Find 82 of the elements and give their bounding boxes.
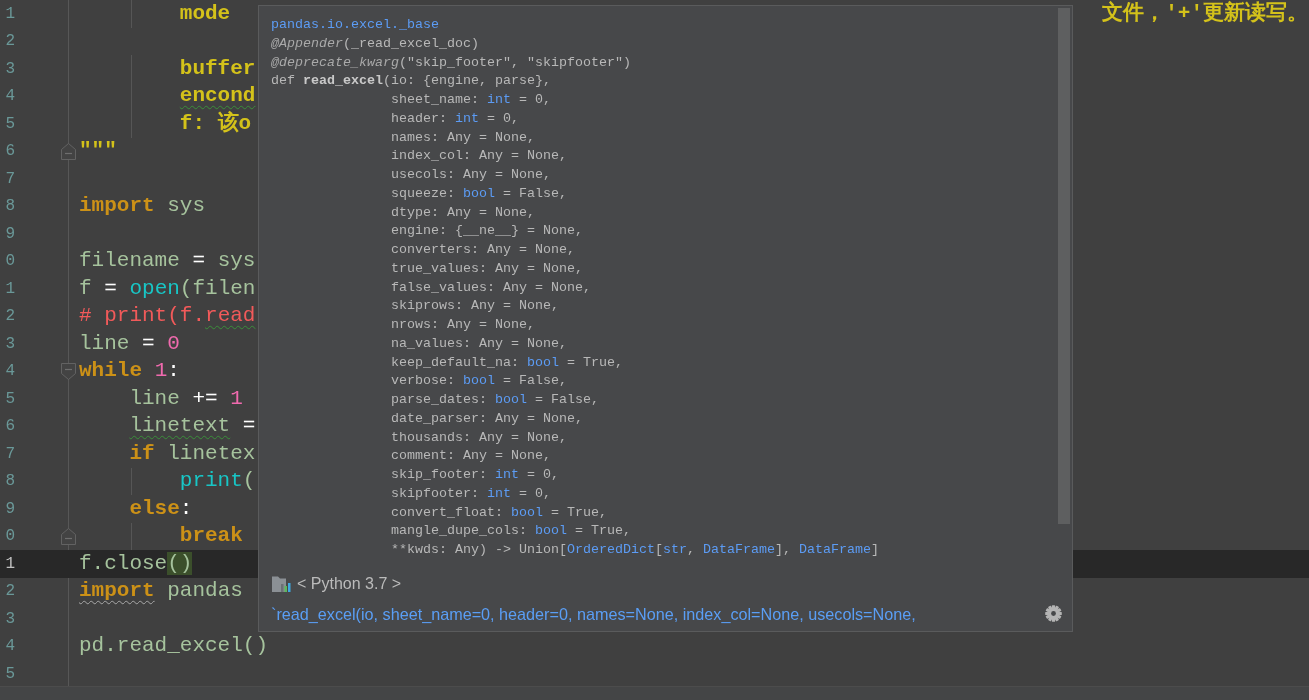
line-number: 3 [4, 59, 15, 78]
code-line: pd.read_excel() [79, 634, 269, 659]
doc-line: header: int = 0, [390, 109, 519, 128]
doc-line: skiprows: Any = None, [390, 297, 559, 316]
doc-line: keep_default_na: bool = True, [390, 353, 623, 372]
doc-line: names: Any = None, [390, 128, 535, 147]
doc-line: @deprecate_kwarg("skip_footer", "skipfooter") [271, 53, 631, 72]
doc-line: date_parser: Any = None, [390, 409, 583, 428]
line-number: 6 [4, 417, 15, 436]
line-number: 0 [4, 527, 15, 546]
code-line: if linetex [129, 441, 256, 466]
fold-end-icon[interactable] [61, 527, 76, 545]
line-number: 4 [4, 637, 15, 656]
line-number: 6 [4, 142, 15, 161]
doc-line: converters: Any = None, [390, 241, 575, 259]
doc-line: skipfooter: int = 0, [390, 484, 551, 503]
code-line: buffer [179, 56, 256, 81]
doc-line: skip_footer: int = 0, [390, 466, 559, 484]
line-number: 5 [4, 114, 15, 133]
doc-line: **kwds: Any) -> Union[OrderedDict[str, DataFrame], DataFrame] [390, 541, 879, 559]
line-number: 2 [4, 32, 15, 51]
doc-line: convert_float: bool = True, [390, 503, 607, 522]
line-number: 3 [4, 609, 15, 628]
doc-line: verbose: bool = False, [390, 372, 567, 391]
code-line: break [179, 524, 243, 549]
fold-end-icon[interactable] [61, 142, 76, 160]
doc-line: parse_dates: bool = False, [390, 391, 599, 409]
code-line: import pandas [79, 579, 243, 604]
doc-line: pandas.io.excel._base [271, 16, 439, 34]
line-number: 2 [4, 307, 15, 326]
line-number: 0 [4, 252, 15, 271]
line-number: 1 [4, 279, 15, 298]
line-number: 9 [4, 499, 15, 518]
doc-line: thousands: Any = None, [390, 428, 567, 447]
sdk-label: < Python 3.7 > [297, 573, 402, 594]
doc-line: false_values: Any = None, [390, 278, 591, 297]
doc-line: sheet_name: int = 0, [390, 91, 551, 109]
line-number: 3 [4, 334, 15, 353]
code-line: else: [129, 496, 193, 521]
doc-line: na_values: Any = None, [390, 334, 567, 353]
code-line: f: 该o [179, 111, 252, 136]
code-line: f = open(filen [79, 276, 256, 301]
line-number: 5 [4, 389, 15, 408]
doc-description: `read_excel(io, sheet_name=0, header=0, names=None, index_col=None, usecols=None, [271, 603, 916, 624]
code-line: mode [179, 1, 231, 26]
line-number: 4 [4, 362, 15, 381]
line-number: 1 [4, 4, 15, 23]
doc-line: usecols: Any = None, [390, 166, 551, 184]
doc-line: mangle_dupe_cols: bool = True, [390, 522, 631, 541]
line-number: 5 [4, 664, 15, 683]
code-line: 文件，'+'更新读写。 [1102, 1, 1308, 26]
code-line: line = 0 [79, 331, 180, 356]
doc-line: dtype: Any = None, [390, 203, 535, 222]
line-number: 4 [4, 87, 15, 106]
line-number: 7 [4, 169, 15, 188]
code-line: """ [79, 139, 117, 164]
fold-start-icon[interactable] [61, 362, 76, 380]
code-line: line += 1 [129, 386, 243, 411]
line-number: 7 [4, 444, 15, 463]
code-line: import sys [79, 194, 206, 219]
code-line: f.close() [79, 551, 193, 576]
settings-icon[interactable] [1045, 605, 1062, 623]
line-number: 1 [4, 554, 15, 573]
code-line: encond [179, 84, 256, 109]
line-number: 9 [4, 224, 15, 243]
doc-line: squeeze: bool = False, [390, 184, 567, 203]
folder-chart-icon [272, 575, 291, 593]
line-number: 8 [4, 472, 15, 491]
doc-line: index_col: Any = None, [390, 147, 567, 166]
line-number: 2 [4, 582, 15, 601]
code-line: linetext = [129, 414, 256, 439]
doc-line: true_values: Any = None, [390, 259, 583, 278]
doc-line: comment: Any = None, [390, 447, 551, 466]
code-line: print( [179, 469, 256, 494]
doc-line: def read_excel(io: {engine, parse}, [271, 72, 551, 91]
doc-line: @Appender(_read_excel_doc) [271, 34, 479, 53]
code-line: # print(f.read [79, 304, 256, 329]
doc-line: nrows: Any = None, [390, 316, 535, 334]
code-line: while 1: [79, 359, 180, 384]
code-line: filename = sys [79, 249, 256, 274]
doc-line: engine: {__ne__} = None, [390, 222, 583, 241]
line-number: 8 [4, 197, 15, 216]
